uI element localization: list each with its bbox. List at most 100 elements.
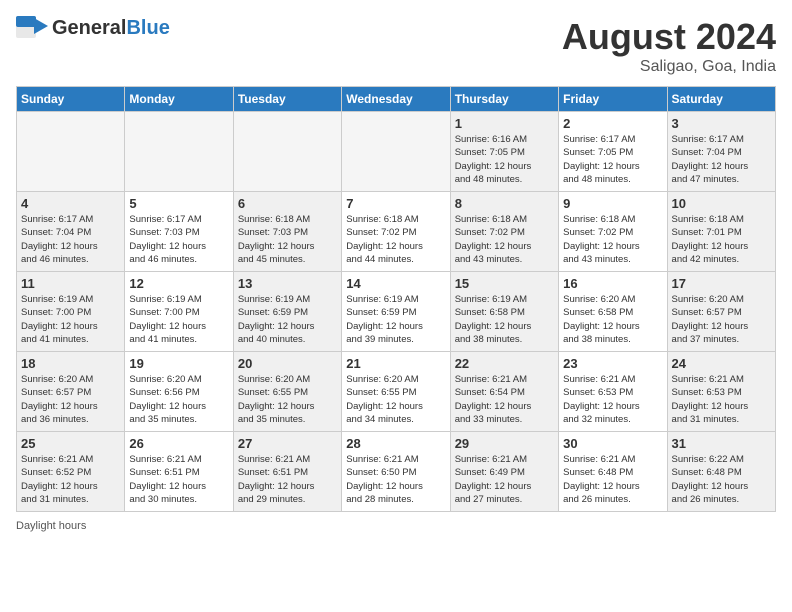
location: Saligao, Goa, India xyxy=(562,58,776,76)
calendar-cell xyxy=(17,112,125,192)
calendar-cell: 7 Sunrise: 6:18 AM Sunset: 7:02 PM Daylig… xyxy=(342,192,450,272)
day-info: Sunrise: 6:22 AM Sunset: 6:48 PM Dayligh… xyxy=(672,453,771,506)
day-number: 10 xyxy=(672,196,771,211)
day-info: Sunrise: 6:17 AM Sunset: 7:04 PM Dayligh… xyxy=(21,213,120,266)
footer-text: Daylight hours xyxy=(16,520,86,532)
calendar-week-4: 18 Sunrise: 6:20 AM Sunset: 6:57 PM Dayli… xyxy=(17,352,776,432)
day-number: 22 xyxy=(455,356,554,371)
calendar-cell: 30Sunrise: 6:21 AM Sunset: 6:48 PM Dayli… xyxy=(559,432,667,512)
day-info: Sunrise: 6:19 AM Sunset: 6:59 PM Dayligh… xyxy=(238,293,337,346)
calendar-table: SundayMondayTuesdayWednesdayThursdayFrid… xyxy=(16,86,776,512)
column-header-thursday: Thursday xyxy=(450,87,558,112)
column-header-wednesday: Wednesday xyxy=(342,87,450,112)
calendar-cell: 5Sunrise: 6:17 AM Sunset: 7:03 PM Daylig… xyxy=(125,192,233,272)
calendar-week-1: 1Sunrise: 6:16 AM Sunset: 7:05 PM Daylig… xyxy=(17,112,776,192)
logo: GeneralBlue xyxy=(16,16,170,40)
day-info: Sunrise: 6:18 AM Sunset: 7:01 PM Dayligh… xyxy=(672,213,771,266)
day-info: Sunrise: 6:20 AM Sunset: 6:57 PM Dayligh… xyxy=(21,373,120,426)
calendar-cell: 4 Sunrise: 6:17 AM Sunset: 7:04 PM Daylig… xyxy=(17,192,125,272)
day-info: Sunrise: 6:21 AM Sunset: 6:53 PM Dayligh… xyxy=(672,373,771,426)
day-number: 24 xyxy=(672,356,771,371)
day-info: Sunrise: 6:18 AM Sunset: 7:02 PM Dayligh… xyxy=(563,213,662,266)
calendar-cell: 3Sunrise: 6:17 AM Sunset: 7:04 PM Daylig… xyxy=(667,112,775,192)
column-header-sunday: Sunday xyxy=(17,87,125,112)
day-info: Sunrise: 6:19 AM Sunset: 6:59 PM Dayligh… xyxy=(346,293,445,346)
calendar-week-2: 4 Sunrise: 6:17 AM Sunset: 7:04 PM Daylig… xyxy=(17,192,776,272)
day-number: 13 xyxy=(238,276,337,291)
day-number: 26 xyxy=(129,436,228,451)
day-number: 7 xyxy=(346,196,445,211)
day-info: Sunrise: 6:21 AM Sunset: 6:51 PM Dayligh… xyxy=(238,453,337,506)
day-number: 18 xyxy=(21,356,120,371)
day-info: Sunrise: 6:18 AM Sunset: 7:02 PM Dayligh… xyxy=(455,213,554,266)
calendar-cell: 23Sunrise: 6:21 AM Sunset: 6:53 PM Dayli… xyxy=(559,352,667,432)
calendar-cell: 12Sunrise: 6:19 AM Sunset: 7:00 PM Dayli… xyxy=(125,272,233,352)
calendar-cell: 6 Sunrise: 6:18 AM Sunset: 7:03 PM Daylig… xyxy=(233,192,341,272)
calendar-cell: 26 Sunrise: 6:21 AM Sunset: 6:51 PM Dayli… xyxy=(125,432,233,512)
day-number: 2 xyxy=(563,116,662,131)
day-info: Sunrise: 6:20 AM Sunset: 6:56 PM Dayligh… xyxy=(129,373,228,426)
day-info: Sunrise: 6:17 AM Sunset: 7:05 PM Dayligh… xyxy=(563,133,662,186)
calendar-cell: 18 Sunrise: 6:20 AM Sunset: 6:57 PM Dayli… xyxy=(17,352,125,432)
calendar-cell: 16 Sunrise: 6:20 AM Sunset: 6:58 PM Dayli… xyxy=(559,272,667,352)
calendar-cell: 28Sunrise: 6:21 AM Sunset: 6:50 PM Dayli… xyxy=(342,432,450,512)
day-number: 4 xyxy=(21,196,120,211)
day-info: Sunrise: 6:19 AM Sunset: 6:58 PM Dayligh… xyxy=(455,293,554,346)
calendar-cell: 9 Sunrise: 6:18 AM Sunset: 7:02 PM Daylig… xyxy=(559,192,667,272)
day-number: 8 xyxy=(455,196,554,211)
day-number: 16 xyxy=(563,276,662,291)
logo-text-blue: Blue xyxy=(126,17,169,39)
calendar-cell xyxy=(342,112,450,192)
day-number: 28 xyxy=(346,436,445,451)
calendar-cell: 22 Sunrise: 6:21 AM Sunset: 6:54 PM Dayli… xyxy=(450,352,558,432)
calendar-cell: 24 Sunrise: 6:21 AM Sunset: 6:53 PM Dayli… xyxy=(667,352,775,432)
page-header: GeneralBlue August 2024 Saligao, Goa, In… xyxy=(16,16,776,76)
day-info: Sunrise: 6:21 AM Sunset: 6:51 PM Dayligh… xyxy=(129,453,228,506)
footer: Daylight hours xyxy=(16,520,776,532)
day-info: Sunrise: 6:19 AM Sunset: 7:00 PM Dayligh… xyxy=(21,293,120,346)
calendar-cell xyxy=(125,112,233,192)
day-number: 19 xyxy=(129,356,228,371)
day-info: Sunrise: 6:16 AM Sunset: 7:05 PM Dayligh… xyxy=(455,133,554,186)
logo-icon xyxy=(16,16,48,40)
day-number: 15 xyxy=(455,276,554,291)
day-number: 9 xyxy=(563,196,662,211)
calendar-cell: 14 Sunrise: 6:19 AM Sunset: 6:59 PM Dayli… xyxy=(342,272,450,352)
day-info: Sunrise: 6:18 AM Sunset: 7:03 PM Dayligh… xyxy=(238,213,337,266)
calendar-cell: 20Sunrise: 6:20 AM Sunset: 6:55 PM Dayli… xyxy=(233,352,341,432)
calendar-cell xyxy=(233,112,341,192)
day-info: Sunrise: 6:20 AM Sunset: 6:58 PM Dayligh… xyxy=(563,293,662,346)
calendar-cell: 21 Sunrise: 6:20 AM Sunset: 6:55 PM Dayli… xyxy=(342,352,450,432)
calendar-cell: 13 Sunrise: 6:19 AM Sunset: 6:59 PM Dayli… xyxy=(233,272,341,352)
calendar-cell: 2 Sunrise: 6:17 AM Sunset: 7:05 PM Daylig… xyxy=(559,112,667,192)
day-info: Sunrise: 6:17 AM Sunset: 7:03 PM Dayligh… xyxy=(129,213,228,266)
column-header-saturday: Saturday xyxy=(667,87,775,112)
calendar-cell: 1Sunrise: 6:16 AM Sunset: 7:05 PM Daylig… xyxy=(450,112,558,192)
day-info: Sunrise: 6:20 AM Sunset: 6:55 PM Dayligh… xyxy=(238,373,337,426)
day-number: 14 xyxy=(346,276,445,291)
day-number: 11 xyxy=(21,276,120,291)
day-number: 21 xyxy=(346,356,445,371)
day-info: Sunrise: 6:21 AM Sunset: 6:52 PM Dayligh… xyxy=(21,453,120,506)
day-info: Sunrise: 6:20 AM Sunset: 6:55 PM Dayligh… xyxy=(346,373,445,426)
calendar-cell: 10 Sunrise: 6:18 AM Sunset: 7:01 PM Dayli… xyxy=(667,192,775,272)
day-number: 31 xyxy=(672,436,771,451)
day-info: Sunrise: 6:21 AM Sunset: 6:49 PM Dayligh… xyxy=(455,453,554,506)
title-block: August 2024 Saligao, Goa, India xyxy=(562,16,776,76)
calendar-week-5: 25 Sunrise: 6:21 AM Sunset: 6:52 PM Dayli… xyxy=(17,432,776,512)
calendar-header-row: SundayMondayTuesdayWednesdayThursdayFrid… xyxy=(17,87,776,112)
day-number: 25 xyxy=(21,436,120,451)
column-header-friday: Friday xyxy=(559,87,667,112)
calendar-cell: 8 Sunrise: 6:18 AM Sunset: 7:02 PM Daylig… xyxy=(450,192,558,272)
calendar-cell: 11 Sunrise: 6:19 AM Sunset: 7:00 PM Dayli… xyxy=(17,272,125,352)
month-title: August 2024 xyxy=(562,16,776,58)
calendar-cell: 29 Sunrise: 6:21 AM Sunset: 6:49 PM Dayli… xyxy=(450,432,558,512)
day-info: Sunrise: 6:18 AM Sunset: 7:02 PM Dayligh… xyxy=(346,213,445,266)
day-info: Sunrise: 6:21 AM Sunset: 6:54 PM Dayligh… xyxy=(455,373,554,426)
calendar-cell: 25 Sunrise: 6:21 AM Sunset: 6:52 PM Dayli… xyxy=(17,432,125,512)
calendar-cell: 17Sunrise: 6:20 AM Sunset: 6:57 PM Dayli… xyxy=(667,272,775,352)
day-number: 23 xyxy=(563,356,662,371)
day-number: 6 xyxy=(238,196,337,211)
day-info: Sunrise: 6:19 AM Sunset: 7:00 PM Dayligh… xyxy=(129,293,228,346)
day-number: 29 xyxy=(455,436,554,451)
